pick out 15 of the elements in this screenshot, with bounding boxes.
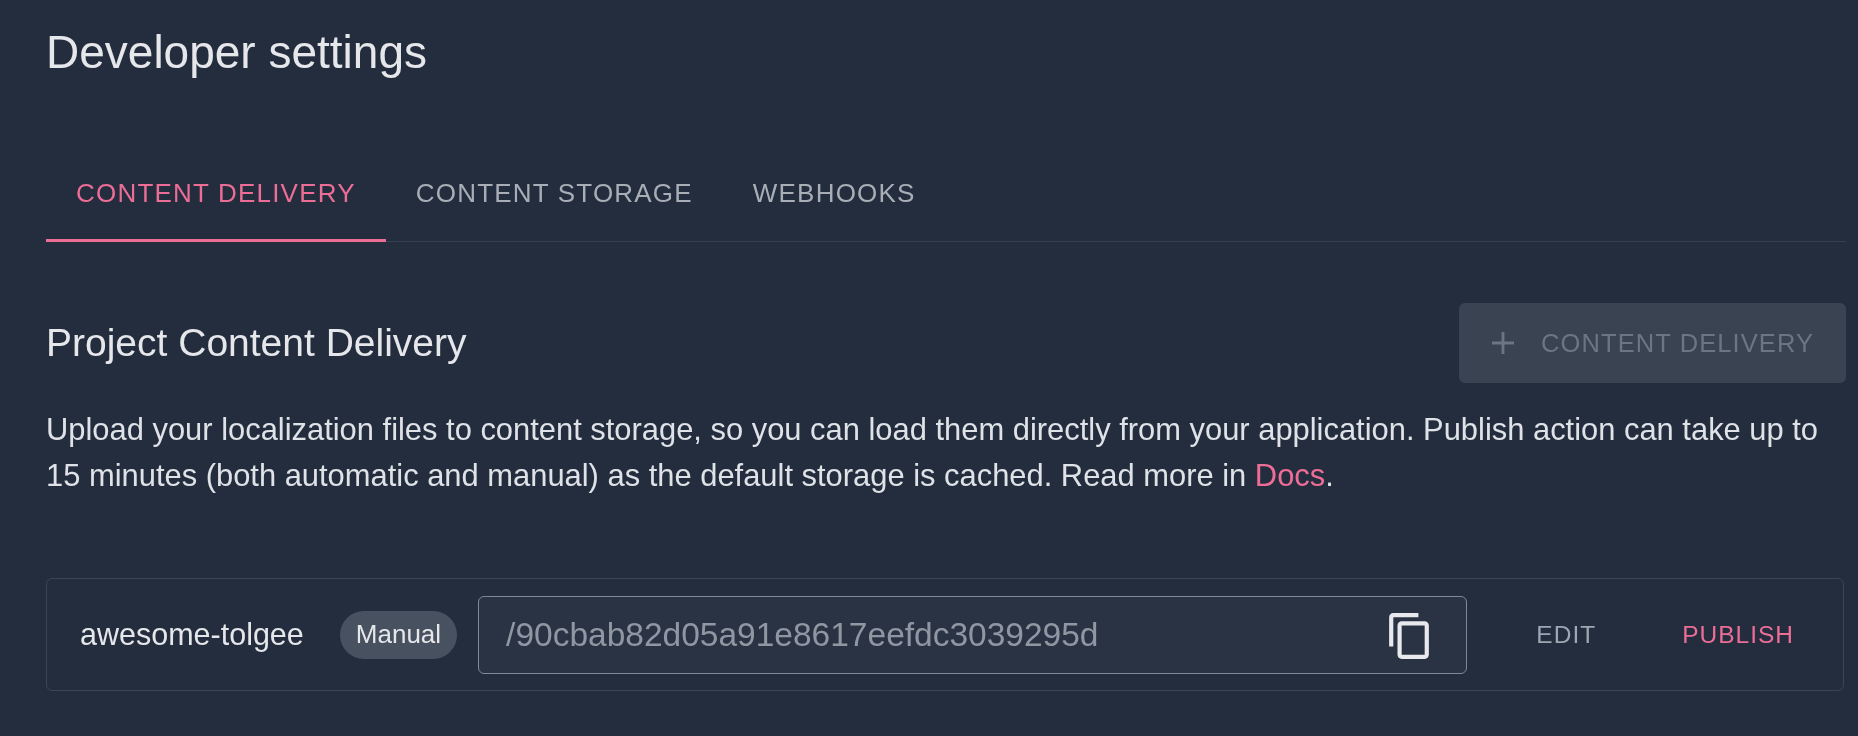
edit-button[interactable]: EDIT [1520,604,1613,665]
delivery-name: awesome-tolgee [80,617,304,652]
description-text: Upload your localization files to content storage, so you can load them directly from your application. Publish action can take up to 15 minutes (both automatic and manual) as the default storage is cached. Read more in Docs. [46,411,1820,495]
docs-link[interactable]: Docs [1254,458,1326,493]
page-title: Developer settings [46,26,427,78]
copy-icon [1389,612,1430,659]
publish-button[interactable]: PUBLISH [1666,604,1810,665]
tab[interactable]: CONTENT STORAGE [385,148,723,242]
url-field[interactable]: /90cbab82d05a91e8617eefdc3039295d [478,595,1468,674]
mode-chip: Manual [339,610,458,659]
tab[interactable]: WEBHOOKS [722,148,946,242]
copy-button[interactable] [1389,612,1430,659]
tab[interactable]: CONTENT DELIVERY [46,148,386,242]
plus-icon [1491,331,1515,355]
section-title: Project Content Delivery [46,321,467,365]
